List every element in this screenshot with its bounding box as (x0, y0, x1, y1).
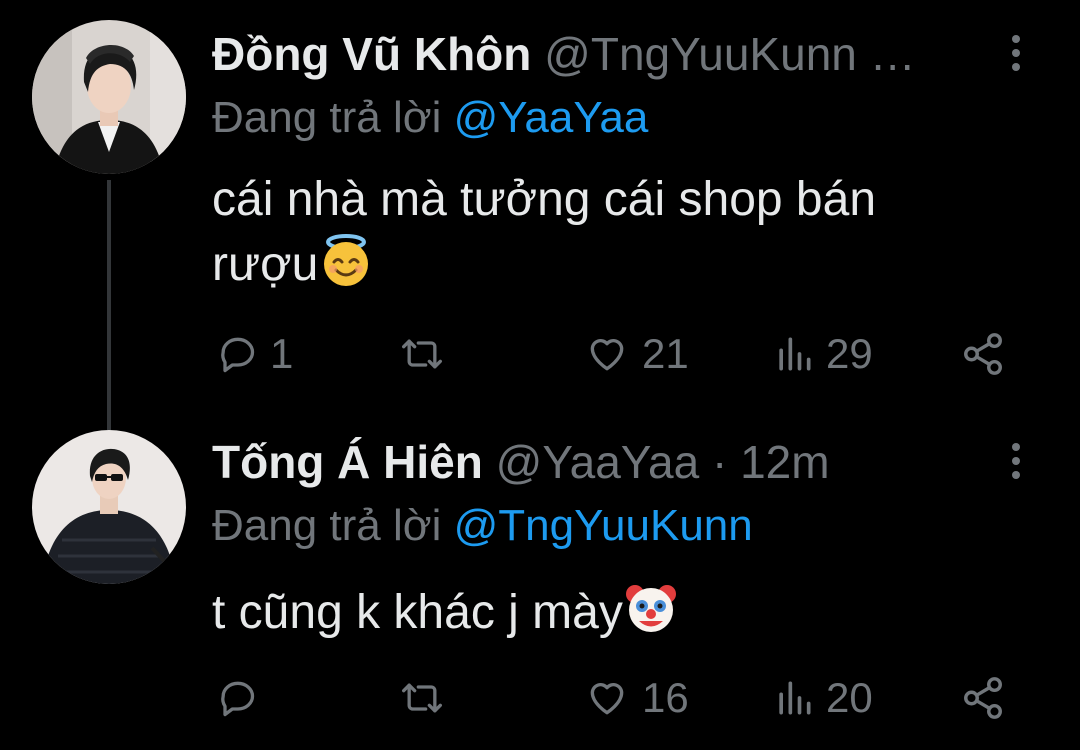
view-count: 29 (826, 330, 873, 377)
share-button[interactable] (960, 668, 1006, 728)
tweet-text: cái nhà mà tưởng cái shop bán rượu (212, 168, 1032, 297)
views-button[interactable]: 20 (774, 668, 873, 728)
tweet-header: Đồng Vũ Khôn @TngYuuKunn … (212, 26, 916, 82)
user-handle[interactable]: @YaaYaa · 12m (496, 436, 830, 488)
replying-to-label: Đang trả lời (212, 93, 442, 142)
more-vertical-icon-dot (1012, 63, 1020, 71)
tweet-text-line: rượu (212, 232, 1032, 297)
views-button[interactable]: 29 (774, 324, 873, 384)
reply-icon (221, 681, 255, 717)
halo-smile-emoji (318, 232, 374, 288)
thread-connector-line (107, 180, 111, 430)
retweet-icon (402, 683, 442, 713)
more-vertical-icon-dot (1012, 457, 1020, 465)
reply-icon (221, 337, 255, 373)
heart-icon (590, 683, 624, 715)
reply-button[interactable]: 1 (214, 324, 293, 384)
more-options-button[interactable] (1001, 436, 1031, 486)
replying-to-line: Đang trả lời @TngYuuKunn (212, 498, 753, 554)
tweet-header: Tống Á Hiên @YaaYaa · 12m (212, 434, 830, 490)
mention-link[interactable]: @YaaYaa (454, 93, 649, 142)
display-name[interactable]: Đồng Vũ Khôn (212, 28, 531, 80)
replying-to-line: Đang trả lời @YaaYaa (212, 90, 648, 146)
like-button[interactable]: 21 (584, 324, 689, 384)
tweet-text-line: cái nhà mà tưởng cái shop bán (212, 173, 877, 226)
avatar[interactable] (32, 20, 186, 174)
replying-to-label: Đang trả lời (212, 501, 442, 550)
views-icon (779, 337, 811, 371)
mention-link[interactable]: @TngYuuKunn (454, 501, 753, 550)
like-count: 16 (642, 674, 689, 721)
tweet-text: t cũng k khác j mày (212, 580, 1032, 645)
reply-button[interactable] (214, 668, 270, 728)
view-count: 20 (826, 674, 873, 721)
heart-icon (590, 339, 624, 371)
display-name[interactable]: Tống Á Hiên (212, 436, 483, 488)
tweet-action-bar: 1 21 29 (0, 324, 1080, 384)
tweet[interactable]: Đồng Vũ Khôn @TngYuuKunn … Đang trả lời … (0, 0, 1080, 430)
share-icon (964, 333, 1002, 375)
tweet-text-line: t cũng k khác j mày (212, 580, 1032, 645)
retweet-button[interactable] (398, 668, 458, 728)
like-count: 21 (642, 330, 689, 377)
retweet-button[interactable] (398, 324, 458, 384)
tweet-text-fragment: t cũng k khác j mày (212, 586, 623, 639)
more-vertical-icon (1012, 35, 1020, 43)
user-handle[interactable]: @TngYuuKunn … (544, 28, 915, 80)
like-button[interactable]: 16 (584, 668, 689, 728)
share-icon (964, 677, 1002, 719)
views-icon (779, 681, 811, 715)
reply-count: 1 (270, 330, 294, 377)
tweet[interactable]: Tống Á Hiên @YaaYaa · 12m Đang trả lời @… (0, 400, 1080, 750)
more-options-button[interactable] (1001, 28, 1031, 78)
share-button[interactable] (960, 324, 1006, 384)
tweet-action-bar: 16 20 (0, 668, 1080, 728)
avatar[interactable] (32, 430, 186, 584)
clown-face-emoji (623, 580, 679, 636)
more-vertical-icon-dot (1012, 471, 1020, 479)
tweet-text-fragment: rượu (212, 238, 319, 291)
more-vertical-icon-dot (1012, 49, 1020, 57)
retweet-icon (402, 339, 442, 369)
more-vertical-icon (1012, 443, 1020, 451)
